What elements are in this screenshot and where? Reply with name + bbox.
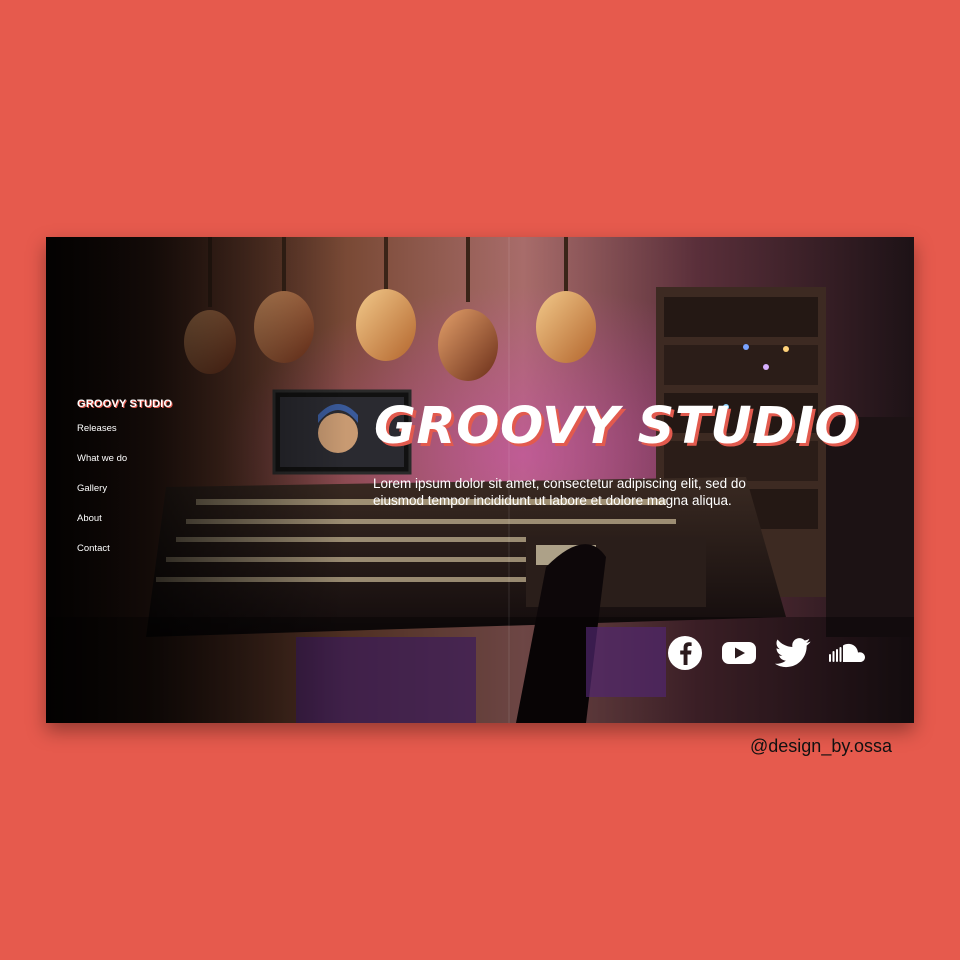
youtube-link[interactable] (720, 635, 758, 671)
nav-item-what-we-do[interactable]: What we do (77, 452, 172, 482)
nav-item-about[interactable]: About (77, 512, 172, 542)
nav-item-contact[interactable]: Contact (77, 542, 172, 572)
hero-title: GROOVY STUDIO (374, 397, 859, 456)
twitter-icon (775, 638, 811, 668)
social-links (666, 635, 866, 671)
designer-credit: @design_by.ossa (750, 736, 893, 756)
nav-item-releases[interactable]: Releases (77, 422, 172, 452)
twitter-link[interactable] (774, 635, 812, 671)
hero-description: Lorem ipsum dolor sit amet, consectetur … (373, 476, 746, 508)
soundcloud-icon (829, 643, 865, 662)
brand-logo-text[interactable]: GROOVY STUDIO (77, 398, 172, 410)
facebook-link[interactable] (666, 635, 704, 671)
sidebar-nav: GROOVY STUDIO Releases What we do Galler… (77, 398, 172, 572)
nav-item-gallery[interactable]: Gallery (77, 482, 172, 512)
website-mockup: GROOVY STUDIO Releases What we do Galler… (46, 237, 914, 723)
facebook-icon (668, 636, 702, 670)
youtube-icon (722, 642, 756, 664)
soundcloud-link[interactable] (828, 635, 866, 671)
